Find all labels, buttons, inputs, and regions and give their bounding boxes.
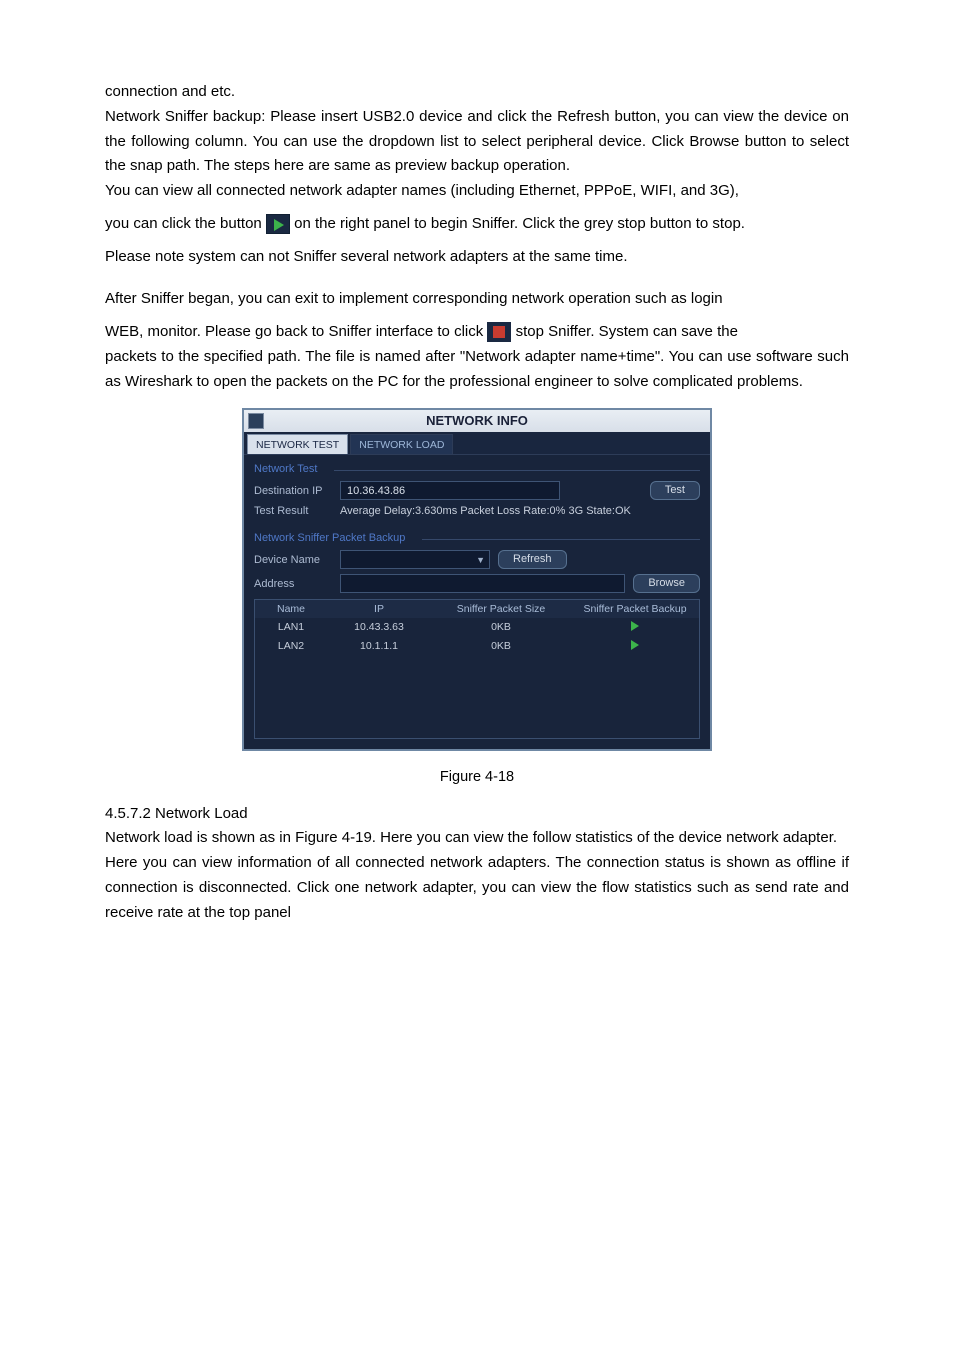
test-button[interactable]: Test [650,481,700,500]
text-span: stop Sniffer. System can save the [516,323,738,340]
window-title: NETWORK INFO [426,413,528,428]
subsection-title: Network Load [155,805,248,822]
paragraph: Here you can view information of all con… [105,851,849,925]
section-label: Network Sniffer Packet Backup [254,532,405,544]
paragraph: you can click the button on the right pa… [105,212,849,237]
cell-name: LAN1 [255,618,327,637]
tab-network-load[interactable]: NETWORK LOAD [350,434,453,454]
paragraph: Please note system can not Sniffer sever… [105,245,849,270]
device-name-label: Device Name [254,554,340,566]
text-span: WEB, monitor. Please go back to Sniffer … [105,323,487,340]
window-titlebar: NETWORK INFO [244,410,710,432]
destination-ip-input[interactable] [340,481,560,500]
network-info-window: NETWORK INFO NETWORK TEST NETWORK LOAD N… [242,408,712,751]
play-icon[interactable] [631,621,639,631]
tab-network-test[interactable]: NETWORK TEST [247,434,348,454]
address-label: Address [254,578,340,590]
play-icon [266,214,290,234]
device-name-dropdown[interactable]: ▼ [340,550,490,569]
address-input[interactable] [340,574,625,593]
col-size: Sniffer Packet Size [431,600,571,618]
text-span: you can click the button [105,215,266,232]
test-result-value: Average Delay:3.630ms Packet Loss Rate:0… [340,505,631,517]
table-header: Name IP Sniffer Packet Size Sniffer Pack… [255,600,699,618]
paragraph: After Sniffer began, you can exit to imp… [105,287,849,312]
col-backup: Sniffer Packet Backup [571,600,699,618]
stop-icon [487,322,511,342]
table-row[interactable]: LAN1 10.43.3.63 0KB [255,618,699,637]
refresh-button[interactable]: Refresh [498,550,567,569]
cell-size: 0KB [431,637,571,656]
tab-bar: NETWORK TEST NETWORK LOAD [244,432,710,455]
paragraph: WEB, monitor. Please go back to Sniffer … [105,320,849,345]
app-icon [248,413,264,429]
cell-ip: 10.1.1.1 [327,637,431,656]
destination-ip-label: Destination IP [254,485,340,497]
section-network-test: Network Test [254,463,700,475]
figure-caption: Figure 4-18 [105,769,849,785]
paragraph: You can view all connected network adapt… [105,179,849,204]
section-sniffer-backup: Network Sniffer Packet Backup [254,532,700,544]
test-result-label: Test Result [254,505,340,517]
col-ip: IP [327,600,431,618]
subsection-number: 4.5.7.2 [105,805,151,822]
col-name: Name [255,600,327,618]
text-span: on the right panel to begin Sniffer. Cli… [294,215,745,232]
cell-size: 0KB [431,618,571,637]
paragraph: connection and etc. [105,80,849,105]
section-label: Network Test [254,463,317,475]
cell-ip: 10.43.3.63 [327,618,431,637]
table-row[interactable]: LAN2 10.1.1.1 0KB [255,637,699,656]
chevron-down-icon: ▼ [476,555,485,565]
paragraph: packets to the specified path. The file … [105,345,849,395]
browse-button[interactable]: Browse [633,574,700,593]
cell-name: LAN2 [255,637,327,656]
play-icon[interactable] [631,640,639,650]
paragraph: Network Sniffer backup: Please insert US… [105,105,849,179]
subsection-heading: 4.5.7.2 Network Load [105,805,849,822]
sniffer-table: Name IP Sniffer Packet Size Sniffer Pack… [254,599,700,739]
paragraph: Network load is shown as in Figure 4-19.… [105,826,849,851]
